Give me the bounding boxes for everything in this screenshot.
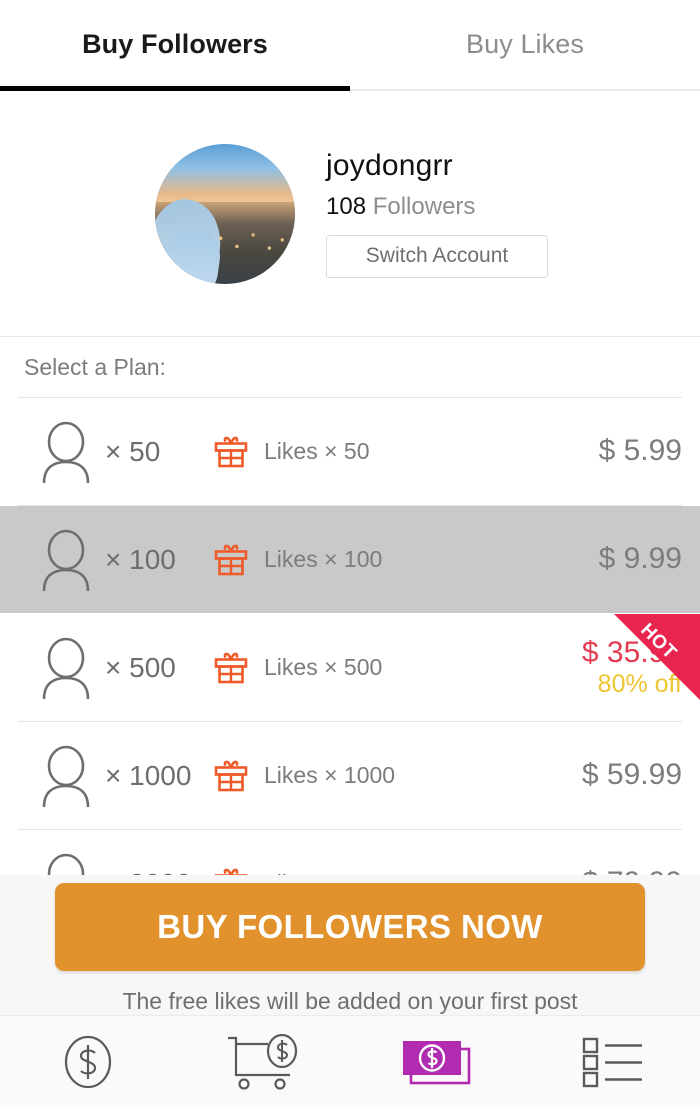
- followers-count: 108: [326, 193, 367, 221]
- plan-price: $ 59.99: [581, 758, 682, 792]
- username: joydongrr: [326, 149, 453, 183]
- tab-buy-likes-label: Buy Likes: [466, 28, 584, 59]
- followers-line: 108 Followers: [326, 194, 548, 220]
- nav-item-coins[interactable]: [0, 1016, 175, 1107]
- switch-account-button[interactable]: Switch Account: [326, 234, 548, 278]
- person-icon: [42, 421, 90, 483]
- tab-active-indicator: [0, 86, 350, 91]
- plan-followers-count: × 100: [105, 543, 176, 575]
- plan-row[interactable]: × 100 Likes × 100 $ 9.99: [0, 506, 700, 613]
- plan-price: $ 9.99: [598, 542, 682, 576]
- nav-item-banknotes[interactable]: [350, 1016, 525, 1107]
- nav-item-list[interactable]: [525, 1016, 700, 1107]
- avatar-sky: [155, 143, 295, 208]
- tab-buy-likes[interactable]: Buy Likes: [350, 0, 700, 88]
- person-icon: [42, 637, 90, 699]
- plan-price-wrap: $ 5.99: [599, 434, 700, 469]
- plan-price-wrap: $ 35.99 80% off: [582, 636, 700, 699]
- cart-dollar-icon: [227, 1033, 297, 1090]
- plan-likes-label: Likes × 500: [264, 654, 383, 680]
- plan-followers-count: × 500: [105, 651, 176, 683]
- list-icon: [582, 1037, 642, 1087]
- plan-followers-count: × 50: [105, 435, 161, 467]
- buy-followers-now-button[interactable]: BUY FOLLOWERS NOW: [55, 883, 645, 971]
- person-icon: [42, 745, 90, 807]
- plan-row[interactable]: × 500 Likes × 500 $ 35.99 80% off HOT: [0, 614, 700, 721]
- plan-price-wrap: $ 59.99: [582, 758, 700, 793]
- coin-dollar-icon: [64, 1035, 111, 1088]
- tab-bar: Buy Followers Buy Likes: [0, 0, 700, 91]
- gift-icon: [214, 544, 248, 575]
- plan-discount: 80% off: [597, 670, 682, 699]
- footer-note: The free likes will be added on your fir…: [122, 988, 578, 1014]
- person-icon: [42, 529, 90, 591]
- plan-row[interactable]: × 50 Likes × 50 $ 5.99: [0, 398, 700, 505]
- gift-icon: [214, 436, 248, 467]
- gift-icon: [214, 652, 248, 683]
- plan-row[interactable]: × 1000 Likes × 1000 $ 59.99: [0, 722, 700, 829]
- buy-followers-screen: Buy Followers Buy Likes joydongrr 108 Fo…: [0, 0, 700, 1107]
- plan-likes-label: Likes × 1000: [264, 762, 396, 788]
- avatar[interactable]: [155, 143, 295, 284]
- select-plan-label: Select a Plan:: [24, 353, 166, 380]
- cta-footer: BUY FOLLOWERS NOW The free likes will be…: [0, 875, 700, 1015]
- tab-buy-followers[interactable]: Buy Followers: [0, 0, 350, 88]
- plan-followers-count: × 1000: [105, 759, 192, 791]
- plan-likes-label: Likes × 100: [264, 546, 383, 572]
- banknote-dollar-icon: [402, 1040, 470, 1084]
- plan-price: $ 5.99: [598, 434, 682, 468]
- tab-buy-followers-label: Buy Followers: [82, 28, 268, 59]
- nav-item-cart[interactable]: [175, 1016, 350, 1107]
- plan-likes-label: Likes × 50: [264, 438, 370, 464]
- plan-price-wrap: $ 9.99: [599, 542, 700, 577]
- profile-info: joydongrr 108 Followers Switch Account: [326, 149, 548, 278]
- followers-label: Followers: [372, 193, 476, 221]
- gift-icon: [214, 760, 248, 791]
- plan-price: $ 35.99: [581, 635, 682, 669]
- profile-section: joydongrr 108 Followers Switch Account: [0, 91, 700, 336]
- avatar-city-lights: [211, 224, 293, 259]
- bottom-navigation: [0, 1015, 700, 1107]
- select-plan-header: Select a Plan:: [0, 337, 700, 397]
